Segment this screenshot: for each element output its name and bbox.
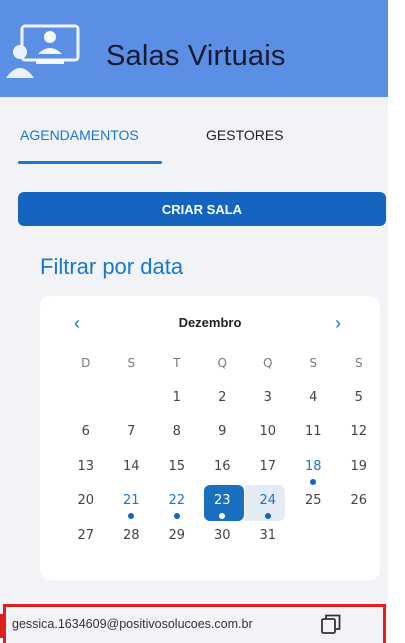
calendar-day[interactable]: 21	[109, 484, 155, 519]
calendar-day[interactable]: 10	[245, 415, 291, 450]
calendar-day-number: 9	[218, 424, 227, 439]
weekday-header: S	[309, 356, 318, 370]
active-tab-indicator	[18, 161, 162, 164]
calendar-day[interactable]: 18	[291, 450, 337, 485]
calendar-day[interactable]: 2	[200, 381, 246, 416]
calendar-day-number: 26	[350, 493, 368, 508]
calendar-day-number: 16	[213, 458, 231, 474]
calendar-day[interactable]: 7	[109, 415, 155, 450]
calendar-day[interactable]: 19	[336, 450, 382, 485]
calendar-day[interactable]: 6	[63, 415, 109, 450]
user-email-box: gessica.1634609@positivosolucoes.com.br	[3, 604, 386, 643]
calendar-day-number: 18	[304, 458, 322, 474]
calendar-day-number: 30	[213, 527, 231, 543]
calendar-day[interactable]: 14	[109, 450, 155, 485]
chevron-right-icon[interactable]: ›	[335, 312, 341, 334]
calendar-blank-cell	[63, 381, 109, 416]
calendar-day-number: 19	[350, 458, 368, 474]
calendar-day[interactable]: 28	[109, 519, 155, 554]
calendar-day-number: 28	[122, 527, 140, 543]
calendar-day[interactable]: 26	[336, 484, 382, 519]
calendar-blank-cell	[109, 381, 155, 416]
calendar-day[interactable]: 13	[63, 450, 109, 485]
calendar-day-number: 20	[77, 493, 95, 508]
calendar-day[interactable]: 8	[154, 415, 200, 450]
calendar-day[interactable]: 5	[336, 381, 382, 416]
calendar-day[interactable]: 27	[63, 519, 109, 554]
calendar-day-number: 10	[259, 424, 277, 439]
calendar-day-number: 24	[259, 493, 277, 508]
user-email: gessica.1634609@positivosolucoes.com.br	[12, 617, 253, 631]
calendar-day[interactable]: 25	[291, 484, 337, 519]
calendar-day-number: 11	[304, 424, 322, 439]
calendar-day[interactable]: 12	[336, 415, 382, 450]
event-dot-icon	[264, 513, 271, 519]
calendar-day[interactable]: 3	[245, 381, 291, 416]
app-title: Salas Virtuais	[106, 40, 286, 72]
app-header: Salas Virtuais	[0, 0, 388, 97]
weekday-header: Q	[263, 356, 273, 370]
create-room-button[interactable]: CRIAR SALA	[18, 192, 386, 226]
calendar-header: ‹ Dezembro ›	[40, 312, 380, 336]
copy-icon[interactable]	[320, 613, 342, 635]
calendar-day[interactable]: 15	[154, 450, 200, 485]
weekday-header: D	[81, 356, 91, 370]
calendar-day[interactable]: 1	[154, 381, 200, 416]
calendar-day-number: 7	[127, 424, 136, 439]
weekday-header: S	[354, 356, 363, 370]
calendar-day-number: 17	[259, 458, 277, 474]
calendar-day-number: 31	[259, 527, 277, 543]
calendar-day[interactable]: 20	[63, 484, 109, 519]
calendar-day-number: 29	[168, 527, 186, 543]
calendar-grid: D S T Q Q S S 1 2 3 4 5 6 7 8 9 10 11 12 13 14 15 16 17 18 19 20 21…	[63, 346, 382, 553]
calendar-day-number: 25	[304, 493, 322, 508]
calendar-day-number: 15	[168, 458, 186, 474]
calendar-day[interactable]: 17	[245, 450, 291, 485]
tab-agendamentos[interactable]: AGENDAMENTOS	[20, 127, 139, 143]
app-frame: Salas Virtuais AGENDAMENTOS GESTORES CRI…	[0, 0, 388, 643]
calendar-day[interactable]: 29	[154, 519, 200, 554]
calendar-day[interactable]: 30	[200, 519, 246, 554]
date-picker-calendar: ‹ Dezembro › D S T Q Q S S 1 2 3 4 5 6 7 8 9 10 11 12 13 14 1…	[40, 296, 380, 580]
calendar-day-number: 3	[263, 389, 272, 405]
calendar-day-number: 27	[77, 527, 95, 543]
calendar-day-number: 21	[122, 493, 140, 508]
calendar-day-number: 4	[309, 389, 318, 405]
tab-gestores[interactable]: GESTORES	[206, 127, 284, 143]
tab-bar: AGENDAMENTOS GESTORES	[0, 97, 388, 167]
calendar-day[interactable]: 22	[154, 484, 200, 519]
classroom-people-icon	[6, 24, 80, 78]
calendar-day-number: 8	[172, 424, 181, 439]
calendar-day-today[interactable]: 24	[245, 484, 291, 521]
calendar-day-number: 22	[168, 493, 186, 508]
calendar-day-number: 13	[77, 458, 95, 474]
calendar-day-number: 23	[213, 493, 231, 508]
calendar-day[interactable]: 9	[200, 415, 246, 450]
calendar-day-number: 6	[81, 424, 90, 439]
weekday-header: T	[173, 356, 181, 370]
calendar-day[interactable]: 16	[200, 450, 246, 485]
filter-title: Filtrar por data	[40, 254, 184, 279]
calendar-day[interactable]: 11	[291, 415, 337, 450]
calendar-day-number: 1	[172, 389, 181, 405]
calendar-day-number: 5	[354, 389, 363, 405]
calendar-day[interactable]: 31	[245, 519, 291, 554]
weekday-header: Q	[217, 356, 227, 370]
calendar-day-number: 14	[122, 458, 140, 474]
calendar-day[interactable]: 4	[291, 381, 337, 416]
calendar-month: Dezembro	[178, 315, 242, 330]
calendar-day-number: 12	[350, 424, 368, 439]
weekday-header: S	[127, 356, 136, 370]
calendar-day-selected[interactable]: 23	[200, 484, 246, 521]
calendar-day-number: 2	[218, 389, 227, 405]
